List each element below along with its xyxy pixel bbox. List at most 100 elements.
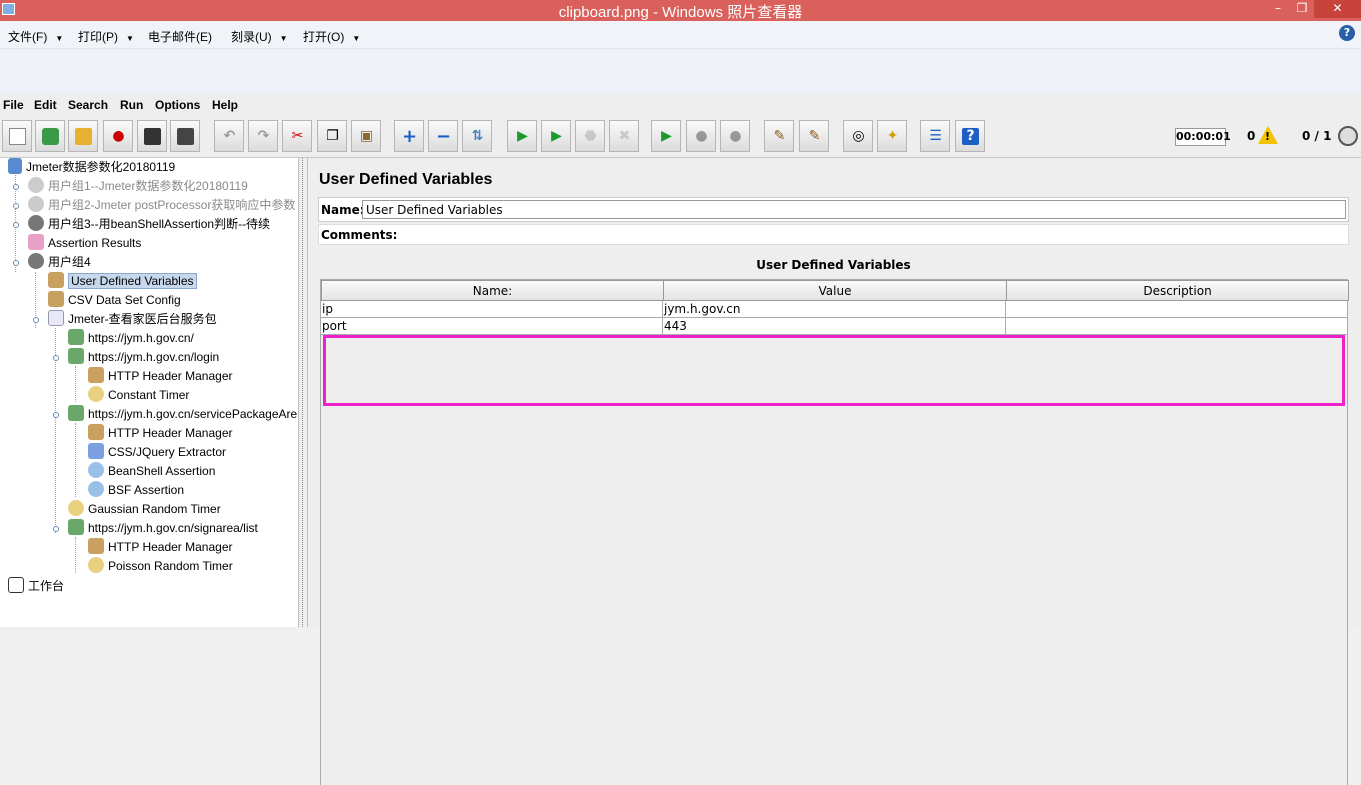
tree-item-csv-data-set[interactable]: CSV Data Set Config	[48, 291, 181, 310]
menu-options[interactable]: Options	[155, 98, 200, 112]
minimize-button[interactable]: –	[1266, 0, 1290, 18]
tree-item-sampler-root[interactable]: https://jym.h.gov.cn/	[68, 329, 194, 348]
tree-item-poisson-timer[interactable]: Poisson Random Timer	[88, 557, 233, 576]
tree-item-sampler-signarea[interactable]: https://jym.h.gov.cn/signarea/list	[68, 519, 258, 538]
table-cell-description[interactable]	[1006, 318, 1348, 335]
play-icon: ▶	[517, 128, 528, 144]
expand-toggle[interactable]	[13, 260, 19, 266]
clear-button[interactable]: ✎	[764, 120, 794, 152]
column-header-value[interactable]: Value	[663, 280, 1007, 301]
remote-shutdown-button[interactable]: ●	[720, 120, 750, 152]
close-plan-button[interactable]: ●	[103, 120, 133, 152]
tree-item-css-extractor[interactable]: CSS/JQuery Extractor	[88, 443, 226, 462]
help-button[interactable]: ?	[955, 120, 985, 152]
function-helper-button[interactable]: ☰	[920, 120, 950, 152]
table-cell-name[interactable]: ip	[321, 301, 663, 318]
close-button[interactable]: ✕	[1314, 0, 1361, 18]
shutdown-button[interactable]: ✖	[609, 120, 639, 152]
templates-button[interactable]	[35, 120, 65, 152]
tree-item-test-plan[interactable]: Jmeter数据参数化20180119	[8, 158, 175, 177]
start-button[interactable]: ▶	[507, 120, 537, 152]
tree-item-bsf-assertion[interactable]: BSF Assertion	[88, 481, 184, 500]
tree-item-beanshell-assertion[interactable]: BeanShell Assertion	[88, 462, 215, 481]
maximize-button[interactable]: ❐	[1290, 0, 1314, 18]
cut-button[interactable]: ✂	[282, 120, 312, 152]
viewer-menu-file[interactable]: 文件(F) ▼	[8, 28, 63, 45]
column-header-description[interactable]: Description	[1006, 280, 1349, 301]
expand-toggle[interactable]	[53, 355, 59, 361]
split-pane-divider[interactable]	[298, 158, 308, 627]
tree-item-workbench[interactable]: 工作台	[8, 577, 64, 596]
tree-item-thread-group-2[interactable]: 用户组2-Jmeter postProcessor获取响应中参数	[28, 196, 295, 215]
help-book-icon: ?	[962, 128, 979, 145]
search-button[interactable]: ◎	[843, 120, 873, 152]
templates-icon	[42, 128, 59, 145]
name-input[interactable]	[362, 200, 1346, 219]
tree-item-gaussian-timer[interactable]: Gaussian Random Timer	[68, 500, 221, 519]
remote-stop-icon: ●	[695, 128, 708, 144]
toolbar: ● ↶ ↷ ✂ ❐ ▣ + − ⇅ ▶ ▶ ⬣ ✖ ▶ ● ● ✎ ✎ ◎ ✦ …	[0, 116, 1361, 158]
tree-item-header-manager[interactable]: HTTP Header Manager	[88, 367, 233, 386]
warning-icon[interactable]: !	[1258, 126, 1278, 144]
tree-item-assertion-results[interactable]: Assertion Results	[28, 234, 141, 253]
expand-toggle[interactable]	[13, 184, 19, 190]
remote-stop-button[interactable]: ●	[686, 120, 716, 152]
expand-toggle[interactable]	[53, 526, 59, 532]
table-cell-description[interactable]	[1006, 301, 1348, 318]
tree-item-user-defined-variables[interactable]: User Defined Variables	[48, 272, 197, 291]
remote-start-button[interactable]: ▶	[651, 120, 681, 152]
chart-icon	[28, 234, 44, 250]
column-header-name[interactable]: Name:	[321, 280, 664, 301]
tree-item-transaction[interactable]: Jmeter-查看家医后台服务包	[48, 310, 217, 329]
chevron-down-icon: ▼	[279, 34, 288, 43]
tree-item-thread-group-1[interactable]: 用户组1--Jmeter数据参数化20180119	[28, 177, 248, 196]
reset-search-button[interactable]: ✦	[877, 120, 907, 152]
menu-file[interactable]: File	[3, 98, 24, 112]
expand-toggle[interactable]	[53, 412, 59, 418]
menu-run[interactable]: Run	[120, 98, 143, 112]
paste-button[interactable]: ▣	[351, 120, 381, 152]
tree-item-header-manager[interactable]: HTTP Header Manager	[88, 538, 233, 557]
save-as-button[interactable]	[170, 120, 200, 152]
table-cell-value[interactable]: 443	[663, 318, 1006, 335]
broom-icon: ✎	[773, 128, 786, 144]
start-no-pause-button[interactable]: ▶	[541, 120, 571, 152]
help-icon[interactable]: ?	[1339, 25, 1355, 41]
tree-item-thread-group-4[interactable]: 用户组4	[28, 253, 91, 272]
clear-all-button[interactable]: ✎	[799, 120, 829, 152]
viewer-menu-email[interactable]: 电子邮件(E)	[148, 28, 212, 45]
new-button[interactable]	[2, 120, 32, 152]
table-cell-value[interactable]: jym.h.gov.cn	[663, 301, 1006, 318]
tree-item-sampler-login[interactable]: https://jym.h.gov.cn/login	[68, 348, 219, 367]
flask-icon	[8, 158, 22, 174]
tree-item-sampler-service-package[interactable]: https://jym.h.gov.cn/servicePackageAre	[68, 405, 297, 424]
play-no-pause-icon: ▶	[551, 128, 562, 144]
menu-edit[interactable]: Edit	[34, 98, 57, 112]
test-plan-tree[interactable]: Jmeter数据参数化20180119 用户组1--Jmeter数据参数化201…	[0, 158, 298, 627]
table-cell-name[interactable]: port	[321, 318, 663, 335]
menu-help[interactable]: Help	[212, 98, 238, 112]
stop-button[interactable]: ⬣	[575, 120, 605, 152]
wrench-icon	[48, 272, 64, 288]
magnifier-icon	[88, 481, 104, 497]
tree-item-header-manager[interactable]: HTTP Header Manager	[88, 424, 233, 443]
undo-button[interactable]: ↶	[214, 120, 244, 152]
copy-button[interactable]: ❐	[317, 120, 347, 152]
tree-item-constant-timer[interactable]: Constant Timer	[88, 386, 189, 405]
expand-toggle[interactable]	[13, 203, 19, 209]
comments-row[interactable]: Comments:	[318, 224, 1349, 245]
collapse-button[interactable]: −	[428, 120, 458, 152]
viewer-menu-print[interactable]: 打印(P) ▼	[78, 28, 134, 45]
menu-search[interactable]: Search	[68, 98, 108, 112]
expand-toggle[interactable]	[13, 222, 19, 228]
tree-item-thread-group-3[interactable]: 用户组3--用beanShellAssertion判断--待续	[28, 215, 270, 234]
redo-button[interactable]: ↷	[248, 120, 278, 152]
expand-button[interactable]: +	[394, 120, 424, 152]
viewer-menu-burn[interactable]: 刻录(U) ▼	[231, 28, 288, 45]
viewer-menu-open[interactable]: 打开(O) ▼	[303, 28, 360, 45]
expand-toggle[interactable]	[33, 317, 39, 323]
open-button[interactable]	[68, 120, 98, 152]
toggle-button[interactable]: ⇅	[462, 120, 492, 152]
wrench-icon	[48, 291, 64, 307]
save-button[interactable]	[137, 120, 167, 152]
